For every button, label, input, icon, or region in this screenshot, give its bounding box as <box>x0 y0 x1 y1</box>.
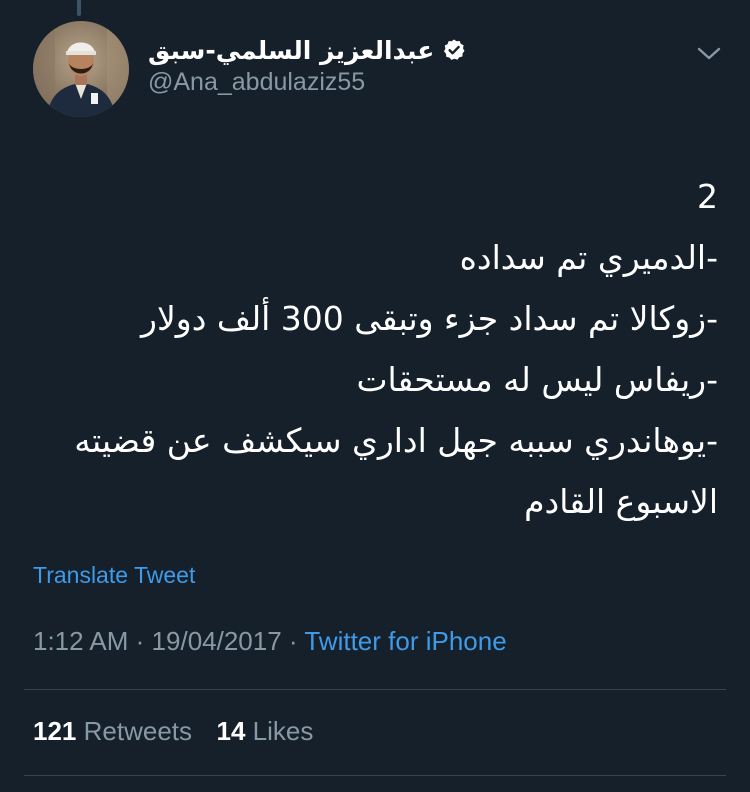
thread-connector-line <box>77 0 81 16</box>
chevron-down-icon[interactable] <box>696 44 722 64</box>
tweet-line: 2 <box>697 177 718 216</box>
tweet-line: -الدميري تم سداده <box>459 238 718 277</box>
tweet-source-link[interactable]: Twitter for iPhone <box>304 626 506 656</box>
meta-separator: · <box>288 626 298 656</box>
tweet-time: 1:12 AM <box>33 626 129 656</box>
tweet-line: -يوهاندري سببه جهل اداري سيكشف عن قضيته <box>74 421 718 460</box>
avatar-image <box>33 21 129 117</box>
translate-tweet-link[interactable]: Translate Tweet <box>33 562 195 589</box>
retweets-label: Retweets <box>83 716 193 746</box>
likes-label: Likes <box>252 716 314 746</box>
retweets-stat[interactable]: 121 Retweets <box>33 716 199 746</box>
tweet-text: 2 -الدميري تم سداده -زوكالا تم سداد جزء … <box>28 166 718 532</box>
divider <box>24 775 726 776</box>
tweet-line: -ريفاس ليس له مستحقات <box>356 360 718 399</box>
author-name-row[interactable]: عبدالعزيز السلمي-سبق <box>148 30 466 70</box>
verified-badge-icon <box>442 38 466 62</box>
tweet-line: -زوكالا تم سداد جزء وتبقى 300 ألف دولار <box>141 299 718 338</box>
divider <box>24 689 726 690</box>
tweet-stats: 121 Retweets 14 Likes <box>33 716 313 747</box>
avatar[interactable] <box>33 21 129 117</box>
likes-stat[interactable]: 14 Likes <box>216 716 313 746</box>
author-display-name[interactable]: عبدالعزيز السلمي-سبق <box>148 36 434 65</box>
retweets-count: 121 <box>33 716 77 746</box>
tweet-date: 19/04/2017 <box>151 626 282 656</box>
meta-separator: · <box>135 626 145 656</box>
author-handle[interactable]: @Ana_abdulaziz55 <box>148 68 365 97</box>
tweet-meta: 1:12 AM · 19/04/2017 · Twitter for iPhon… <box>33 626 507 657</box>
tweet-line: الاسبوع القادم <box>524 482 718 521</box>
likes-count: 14 <box>216 716 246 746</box>
